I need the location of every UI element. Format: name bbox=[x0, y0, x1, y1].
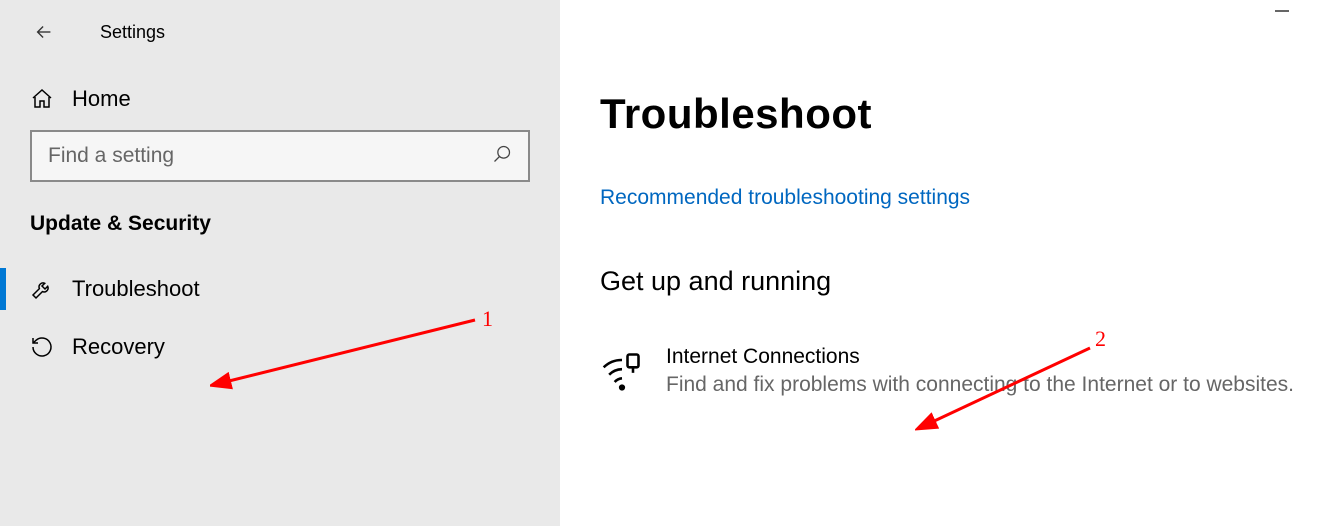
search-input[interactable] bbox=[48, 144, 492, 168]
wifi-icon bbox=[600, 345, 646, 398]
section-label: Update & Security bbox=[0, 212, 560, 260]
recovery-icon bbox=[30, 335, 56, 359]
sidebar: Settings Home Update & Security Troubles… bbox=[0, 0, 560, 526]
recommended-settings-link[interactable]: Recommended troubleshooting settings bbox=[600, 186, 970, 210]
search-container bbox=[0, 130, 560, 212]
troubleshooter-desc: Find and fix problems with connecting to… bbox=[666, 373, 1294, 397]
troubleshooter-title: Internet Connections bbox=[666, 345, 1294, 369]
topbar: Settings bbox=[0, 18, 560, 74]
sidebar-item-troubleshoot[interactable]: Troubleshoot bbox=[0, 260, 560, 318]
search-box[interactable] bbox=[30, 130, 530, 182]
section-heading: Get up and running bbox=[600, 266, 1317, 297]
minimize-button[interactable] bbox=[1275, 10, 1289, 12]
sidebar-item-recovery[interactable]: Recovery bbox=[0, 318, 560, 376]
sidebar-item-label: Troubleshoot bbox=[72, 276, 200, 302]
home-label: Home bbox=[72, 86, 131, 112]
home-icon bbox=[30, 87, 56, 111]
troubleshooter-item-internet[interactable]: Internet Connections Find and fix proble… bbox=[600, 345, 1317, 398]
app-title: Settings bbox=[100, 22, 165, 43]
page-title: Troubleshoot bbox=[600, 90, 1317, 138]
back-arrow-icon bbox=[33, 21, 55, 43]
back-button[interactable] bbox=[30, 18, 58, 46]
sidebar-item-label: Recovery bbox=[72, 334, 165, 360]
wrench-icon bbox=[30, 277, 56, 301]
search-icon bbox=[492, 144, 512, 169]
main-content: Troubleshoot Recommended troubleshooting… bbox=[560, 0, 1317, 526]
troubleshooter-body: Internet Connections Find and fix proble… bbox=[666, 345, 1294, 397]
home-nav[interactable]: Home bbox=[0, 74, 560, 130]
